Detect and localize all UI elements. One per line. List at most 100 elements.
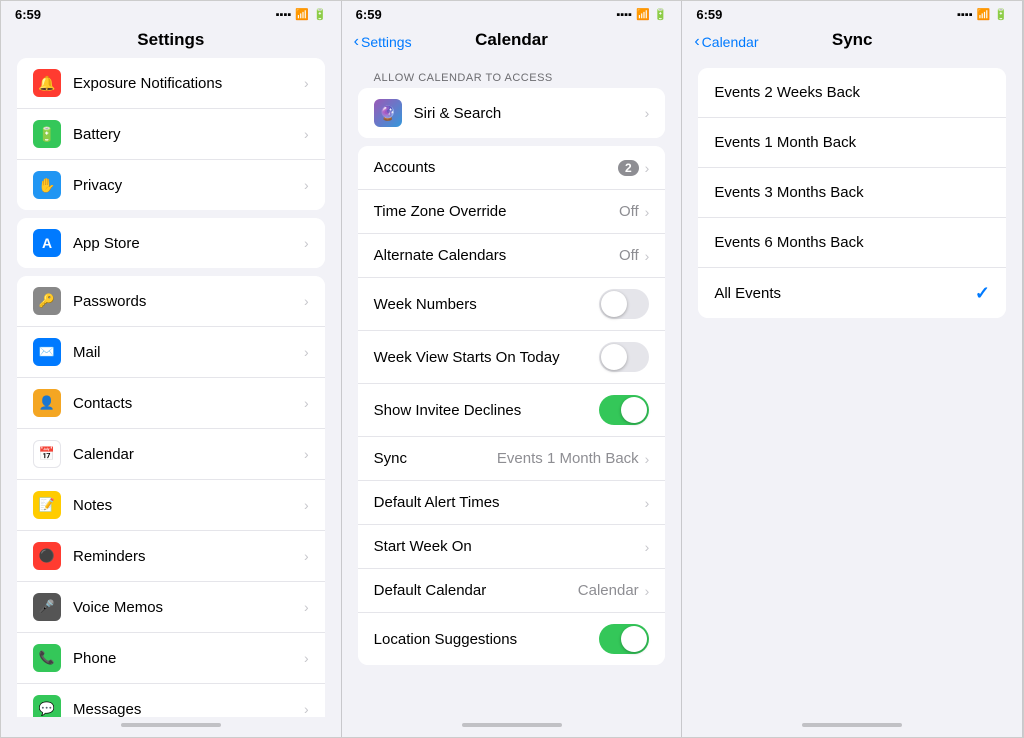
wifi-icon: 📶 xyxy=(295,8,309,21)
phone-label: Phone xyxy=(73,650,304,667)
sync-2weeks-item[interactable]: Events 2 Weeks Back xyxy=(698,68,1006,118)
toggle-knob xyxy=(601,344,627,370)
signal-icon: ▪▪▪▪ xyxy=(957,9,973,21)
settings-item-mail[interactable]: ✉️ Mail › xyxy=(17,327,325,378)
settings-item-privacy[interactable]: ✋ Privacy › xyxy=(17,160,325,210)
back-button-3[interactable]: ‹ Calendar xyxy=(694,33,758,51)
chevron-icon: › xyxy=(645,583,650,599)
settings-item-voicememos[interactable]: 🎤 Voice Memos › xyxy=(17,582,325,633)
time-3: 6:59 xyxy=(696,7,722,22)
battery-label: Battery xyxy=(73,126,304,143)
status-icons-2: ▪▪▪▪ 📶 🔋 xyxy=(616,8,667,21)
nav-bar-1: Settings xyxy=(1,26,341,58)
calendar-accounts-item[interactable]: Accounts 2 › xyxy=(358,146,666,190)
chevron-icon: › xyxy=(304,701,309,717)
weekview-label: Week View Starts On Today xyxy=(374,349,600,366)
calendar-startweekon-item[interactable]: Start Week On › xyxy=(358,525,666,569)
phone-icon: 📞 xyxy=(33,644,61,672)
calendar-location-item[interactable]: Location Suggestions xyxy=(358,613,666,665)
home-indicator-2 xyxy=(342,717,682,737)
back-label-2: Settings xyxy=(361,34,412,50)
passwords-label: Passwords xyxy=(73,293,304,310)
settings-item-reminders[interactable]: ⚫ Reminders › xyxy=(17,531,325,582)
siri-label: Siri & Search xyxy=(414,105,645,122)
calendar-invitee-item[interactable]: Show Invitee Declines xyxy=(358,384,666,437)
passwords-icon: 🔑 xyxy=(33,287,61,315)
calendar-settings-group: Accounts 2 › Time Zone Override Off › Al… xyxy=(358,146,666,665)
location-toggle[interactable] xyxy=(599,624,649,654)
status-bar-2: 6:59 ▪▪▪▪ 📶 🔋 xyxy=(342,1,682,26)
calendar-scroll[interactable]: ALLOW CALENDAR TO ACCESS 🔮 Siri & Search… xyxy=(342,58,682,717)
chevron-icon: › xyxy=(645,248,650,264)
altcal-value: Off xyxy=(619,247,639,264)
chevron-icon: › xyxy=(645,204,650,220)
contacts-icon: 👤 xyxy=(33,389,61,417)
sync-3months-item[interactable]: Events 3 Months Back xyxy=(698,168,1006,218)
invitee-toggle[interactable] xyxy=(599,395,649,425)
back-chevron-2: ‹ xyxy=(354,33,359,51)
settings-item-calendar[interactable]: 📅 Calendar › xyxy=(17,429,325,480)
calendar-weekview-item[interactable]: Week View Starts On Today xyxy=(358,331,666,384)
chevron-icon: › xyxy=(645,160,650,176)
sync-6months-item[interactable]: Events 6 Months Back xyxy=(698,218,1006,268)
settings-title: Settings xyxy=(137,30,204,49)
calendar-timezone-item[interactable]: Time Zone Override Off › xyxy=(358,190,666,234)
location-label: Location Suggestions xyxy=(374,631,600,648)
chevron-icon: › xyxy=(304,235,309,251)
sync-title: Sync xyxy=(832,30,873,49)
home-bar-1 xyxy=(121,723,221,727)
calendar-siri-item[interactable]: 🔮 Siri & Search › xyxy=(358,88,666,138)
time-2: 6:59 xyxy=(356,7,382,22)
settings-panel: 6:59 ▪▪▪▪ 📶 🔋 Settings 🔔 Exposure Notifi… xyxy=(1,1,342,737)
notes-label: Notes xyxy=(73,497,304,514)
calendar-access-group: 🔮 Siri & Search › xyxy=(358,88,666,138)
settings-item-appstore[interactable]: A App Store › xyxy=(17,218,325,268)
settings-item-passwords[interactable]: 🔑 Passwords › xyxy=(17,276,325,327)
sync-allevents-item[interactable]: All Events ✓ xyxy=(698,268,1006,318)
battery-icon: 🔋 xyxy=(313,8,327,21)
home-indicator-1 xyxy=(1,717,341,737)
back-button-2[interactable]: ‹ Settings xyxy=(354,33,412,51)
settings-item-notes[interactable]: 📝 Notes › xyxy=(17,480,325,531)
toggle-knob xyxy=(621,397,647,423)
chevron-icon: › xyxy=(304,548,309,564)
chevron-icon: › xyxy=(645,451,650,467)
signal-icon: ▪▪▪▪ xyxy=(616,9,632,21)
sync-scroll[interactable]: Events 2 Weeks Back Events 1 Month Back … xyxy=(682,58,1022,717)
access-section-header: ALLOW CALENDAR TO ACCESS xyxy=(358,58,666,88)
messages-icon: 💬 xyxy=(33,695,61,717)
2weeks-label: Events 2 Weeks Back xyxy=(714,84,990,101)
voicememos-icon: 🎤 xyxy=(33,593,61,621)
status-bar-3: 6:59 ▪▪▪▪ 📶 🔋 xyxy=(682,1,1022,26)
toggle-knob xyxy=(621,626,647,652)
timezone-label: Time Zone Override xyxy=(374,203,619,220)
calendar-altcal-item[interactable]: Alternate Calendars Off › xyxy=(358,234,666,278)
calendar-sync-item[interactable]: Sync Events 1 Month Back › xyxy=(358,437,666,481)
battery-icon: 🔋 xyxy=(654,8,668,21)
startweekon-label: Start Week On xyxy=(374,538,645,555)
calendar-alerttimes-item[interactable]: Default Alert Times › xyxy=(358,481,666,525)
3months-label: Events 3 Months Back xyxy=(714,184,990,201)
settings-item-messages[interactable]: 💬 Messages › xyxy=(17,684,325,717)
settings-scroll[interactable]: 🔔 Exposure Notifications › 🔋 Battery › ✋… xyxy=(1,58,341,717)
chevron-icon: › xyxy=(304,395,309,411)
calendar-panel: 6:59 ▪▪▪▪ 📶 🔋 ‹ Settings Calendar ALLOW … xyxy=(342,1,683,737)
calendar-label: Calendar xyxy=(73,446,304,463)
settings-item-contacts[interactable]: 👤 Contacts › xyxy=(17,378,325,429)
settings-item-phone[interactable]: 📞 Phone › xyxy=(17,633,325,684)
calendar-icon: 📅 xyxy=(33,440,61,468)
settings-item-exposure[interactable]: 🔔 Exposure Notifications › xyxy=(17,58,325,109)
sync-options-group: Events 2 Weeks Back Events 1 Month Back … xyxy=(698,68,1006,318)
settings-item-battery[interactable]: 🔋 Battery › xyxy=(17,109,325,160)
weeknumbers-label: Week Numbers xyxy=(374,296,600,313)
weeknumbers-toggle[interactable] xyxy=(599,289,649,319)
sync-1month-item[interactable]: Events 1 Month Back xyxy=(698,118,1006,168)
reminders-icon: ⚫ xyxy=(33,542,61,570)
allevents-label: All Events xyxy=(714,285,975,302)
calendar-defaultcal-item[interactable]: Default Calendar Calendar › xyxy=(358,569,666,613)
privacy-label: Privacy xyxy=(73,177,304,194)
chevron-icon: › xyxy=(304,599,309,615)
settings-group-top: 🔔 Exposure Notifications › 🔋 Battery › ✋… xyxy=(17,58,325,210)
weekview-toggle[interactable] xyxy=(599,342,649,372)
calendar-weeknumbers-item[interactable]: Week Numbers xyxy=(358,278,666,331)
